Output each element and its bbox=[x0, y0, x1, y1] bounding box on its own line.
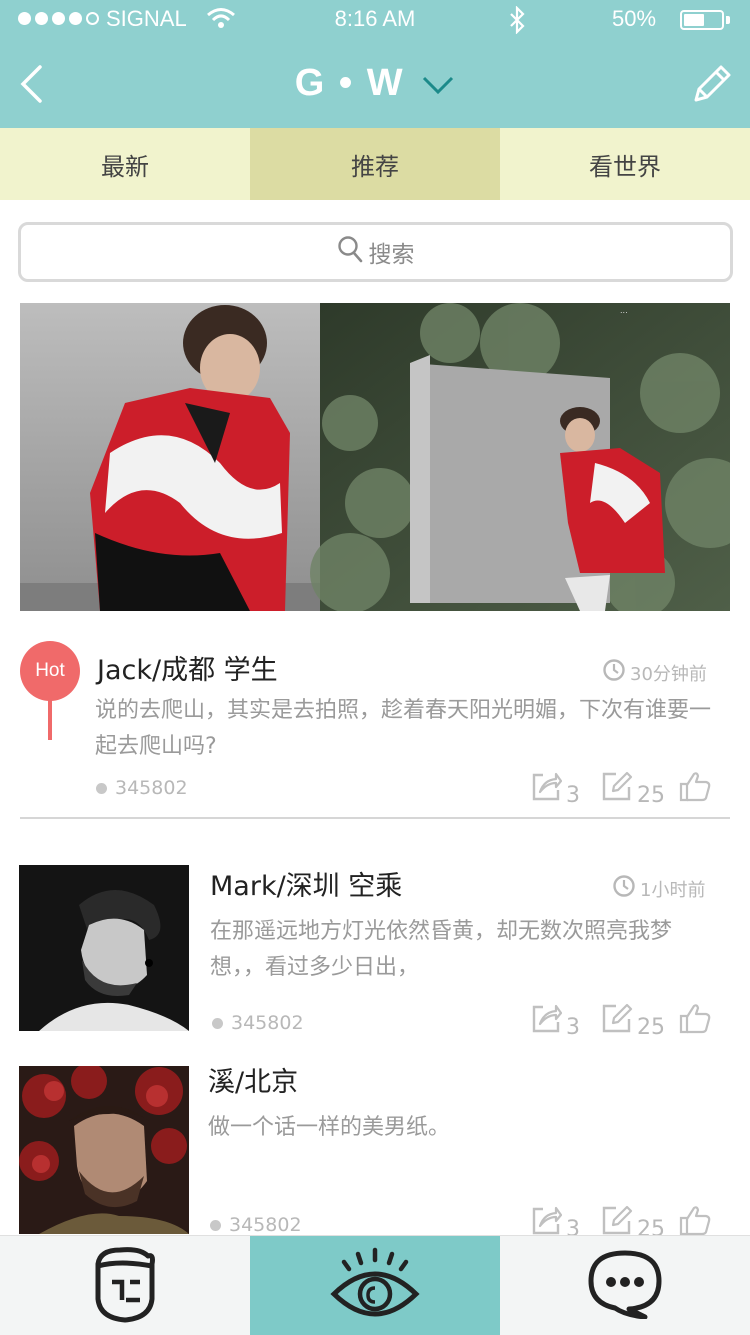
tab-latest[interactable]: 最新 bbox=[0, 128, 250, 200]
comment-count: 25 bbox=[637, 1015, 665, 1040]
comment-button[interactable]: 25 bbox=[601, 1002, 665, 1040]
share-button[interactable]: 3 bbox=[530, 1002, 580, 1040]
bottom-nav bbox=[0, 1235, 750, 1335]
avatar-photo[interactable] bbox=[19, 865, 189, 1031]
view-count-label: 345802 bbox=[115, 777, 188, 799]
post-time-label: 30分钟前 bbox=[630, 663, 707, 685]
dot-icon bbox=[210, 1219, 221, 1231]
share-button[interactable]: 3 bbox=[530, 770, 580, 808]
share-icon bbox=[530, 770, 563, 808]
battery-percent: 50% bbox=[612, 6, 657, 31]
comment-button[interactable]: 25 bbox=[601, 770, 665, 808]
post-content: 说的去爬山，其实是去拍照，趁着春天阳光明媚，下次有谁要一起去爬山吗? bbox=[95, 698, 712, 759]
search-input[interactable]: 搜索 bbox=[18, 222, 733, 282]
post-content: 做一个话一样的美男纸。 bbox=[208, 1115, 451, 1140]
tab-recommended[interactable]: 推荐 bbox=[250, 128, 500, 200]
nav-discover[interactable] bbox=[250, 1236, 500, 1335]
share-count: 3 bbox=[566, 1015, 580, 1040]
nav-profile[interactable] bbox=[0, 1236, 250, 1335]
view-count-label: 345802 bbox=[231, 1012, 304, 1034]
tab-world[interactable]: 看世界 bbox=[500, 128, 750, 200]
view-count: 345802 bbox=[212, 1012, 304, 1034]
hot-badge-stem bbox=[48, 695, 52, 740]
like-button[interactable] bbox=[678, 1002, 712, 1038]
thumbs-up-icon bbox=[678, 1004, 712, 1038]
view-count: 345802 bbox=[96, 777, 188, 799]
chat-bubble-icon bbox=[587, 1249, 663, 1323]
thumbs-up-icon bbox=[678, 772, 712, 806]
comment-count: 25 bbox=[637, 783, 665, 808]
avatar-photo[interactable] bbox=[19, 1066, 189, 1234]
search-icon bbox=[337, 235, 363, 269]
share-icon bbox=[530, 1002, 563, 1040]
post-author[interactable]: 溪/北京 bbox=[208, 1060, 298, 1099]
divider bbox=[20, 817, 730, 819]
clock-icon bbox=[602, 658, 626, 687]
post-author[interactable]: Mark/深圳 空乘 bbox=[210, 864, 402, 903]
post-time: 30分钟前 bbox=[602, 658, 707, 687]
post-content: 在那遥远地方灯光依然昏黄，却无数次照亮我梦想，，看过多少日出， bbox=[210, 919, 673, 980]
featured-photo[interactable]: ... bbox=[20, 303, 730, 611]
chevron-down-icon bbox=[421, 63, 455, 106]
share-count: 3 bbox=[566, 783, 580, 808]
dot-icon bbox=[96, 782, 107, 794]
bluetooth-icon bbox=[508, 5, 526, 40]
post-time: 1小时前 bbox=[612, 874, 705, 903]
face-icon bbox=[90, 1244, 160, 1328]
search-placeholder: 搜索 bbox=[368, 242, 415, 268]
nav-messages[interactable] bbox=[500, 1236, 750, 1335]
tab-bar: 最新 推荐 看世界 bbox=[0, 128, 750, 200]
battery-tip bbox=[726, 16, 730, 24]
dot-icon bbox=[212, 1017, 223, 1029]
battery-icon bbox=[680, 10, 724, 30]
eye-icon bbox=[330, 1246, 420, 1326]
status-bar: SIGNAL 8:16 AM 50% bbox=[0, 0, 750, 40]
clock-icon bbox=[612, 874, 636, 903]
hot-badge: Hot bbox=[20, 641, 80, 701]
page-title-wrapper[interactable]: G • W bbox=[0, 62, 750, 106]
svg-text:...: ... bbox=[620, 306, 628, 315]
edit-icon bbox=[601, 770, 633, 808]
like-button[interactable] bbox=[678, 770, 712, 806]
post-time-label: 1小时前 bbox=[640, 879, 706, 901]
view-count-label: 345802 bbox=[229, 1214, 302, 1236]
edit-pencil-icon[interactable] bbox=[688, 62, 734, 112]
page-title: G • W bbox=[294, 62, 405, 104]
post-author[interactable]: Jack/成都 学生 bbox=[97, 648, 278, 687]
edit-icon bbox=[601, 1002, 633, 1040]
view-count: 345802 bbox=[210, 1214, 302, 1236]
